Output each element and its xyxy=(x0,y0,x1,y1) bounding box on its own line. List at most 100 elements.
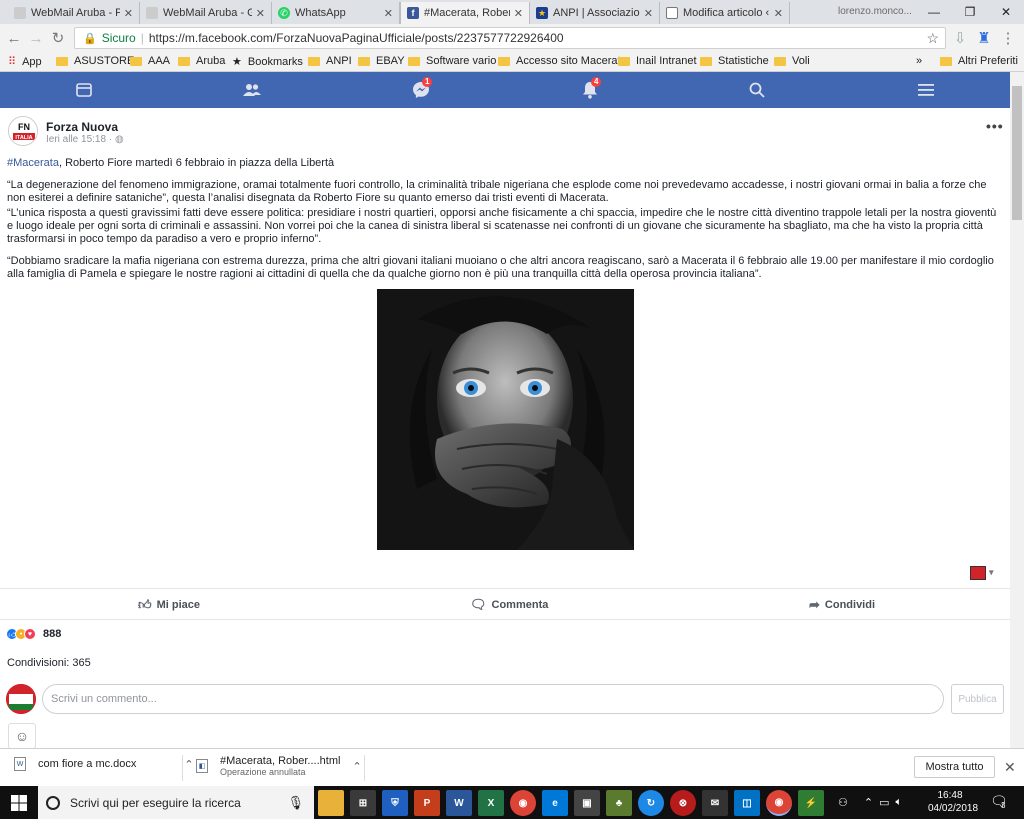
bookmark-label: Inail Intranet xyxy=(636,55,697,67)
store-icon[interactable]: ⊞ xyxy=(350,790,376,816)
microphone-icon[interactable]: 🎙︎ xyxy=(287,795,304,811)
download-icon[interactable]: ⇩ xyxy=(950,28,970,48)
bookmark-ebay[interactable]: EBAY xyxy=(358,55,405,67)
share-count[interactable]: Condivisioni: 365 xyxy=(7,657,91,669)
mail-icon[interactable]: ✉ xyxy=(702,790,728,816)
minimize-icon[interactable]: — xyxy=(916,0,952,24)
forward-icon[interactable]: → xyxy=(26,28,46,48)
windows-start-icon[interactable] xyxy=(0,786,38,819)
comment-button[interactable]: 🗨︎ Commenta xyxy=(470,597,548,613)
network-icon[interactable]: ▭ xyxy=(879,796,889,809)
post-photo[interactable] xyxy=(377,289,634,550)
scrollbar-thumb[interactable] xyxy=(1012,86,1022,220)
powerpoint-icon[interactable]: P xyxy=(414,790,440,816)
tab-whatsapp[interactable]: ✆ WhatsApp ✕ xyxy=(272,2,400,24)
bookmark-label: Bookmarks xyxy=(247,55,303,68)
volume-icon[interactable]: 🔈︎ xyxy=(896,796,903,809)
reaction-selector[interactable]: ▾ xyxy=(970,566,994,580)
close-icon[interactable]: ✕ xyxy=(256,7,265,20)
bookmark-aruba[interactable]: Aruba xyxy=(178,55,225,67)
close-icon[interactable]: ✕ xyxy=(1004,759,1016,776)
download-item-html[interactable]: ◧ #Macerata, Rober....html Operazione an… xyxy=(196,755,362,777)
menu-icon[interactable] xyxy=(917,81,935,99)
page-avatar[interactable]: FN ITALIA xyxy=(8,116,38,146)
bookmark-aaa[interactable]: AAA xyxy=(130,55,170,67)
chrome-menu-icon[interactable]: ⋮ xyxy=(998,28,1018,48)
taskbar-search[interactable]: Scrivi qui per eseguire la ricerca 🎙︎ xyxy=(38,786,314,819)
chevron-up-icon[interactable]: ⌃ xyxy=(352,760,361,773)
messenger-icon[interactable]: 1 xyxy=(412,77,433,99)
emoji-button[interactable]: ☺ xyxy=(8,723,36,749)
red-app-icon[interactable]: ⊗ xyxy=(670,790,696,816)
omnibox[interactable]: 🔒 Sicuro | https://m.facebook.com/ForzaN… xyxy=(74,27,946,49)
close-icon[interactable]: ✕ xyxy=(774,7,783,20)
folder-icon xyxy=(308,56,320,66)
back-icon[interactable]: ← xyxy=(4,28,24,48)
bookmarks-overflow[interactable]: » xyxy=(916,55,922,67)
tab-anpi[interactable]: ★ ANPI | Associazion ✕ xyxy=(530,2,660,24)
show-all-downloads-button[interactable]: Mostra tutto xyxy=(914,756,995,778)
close-icon[interactable]: ✕ xyxy=(384,7,393,20)
close-icon[interactable]: ✕ xyxy=(514,7,523,20)
tab-webmail-2[interactable]: WebMail Aruba - G ✕ xyxy=(140,2,272,24)
bookmark-app[interactable]: ⠿ App xyxy=(8,55,42,69)
lock-icon: 🔒 xyxy=(83,32,97,45)
chrome-icon[interactable]: ◉ xyxy=(510,790,536,816)
app-icon[interactable]: ▣ xyxy=(574,790,600,816)
post-options-button[interactable]: ••• xyxy=(986,118,1004,134)
bookmark-altri-preferiti[interactable]: Altri Preferiti xyxy=(940,55,1018,67)
tab-webmail-1[interactable]: WebMail Aruba - P ✕ xyxy=(8,2,140,24)
post-author[interactable]: Forza Nuova xyxy=(46,120,118,134)
edge-icon[interactable]: e xyxy=(542,790,568,816)
tab-modifica-articolo[interactable]: Modifica articolo ‹ ✕ xyxy=(660,2,790,24)
profile-name[interactable]: lorenzo.monco... xyxy=(838,6,912,17)
restore-icon[interactable]: ❐ xyxy=(952,0,988,24)
shield-app-icon[interactable]: ⛨ xyxy=(382,790,408,816)
bookmark-star-icon[interactable]: ☆ xyxy=(926,30,939,47)
close-icon[interactable]: ✕ xyxy=(644,7,653,20)
like-button[interactable]: 👍︎ Mi piace xyxy=(138,597,200,613)
word-icon[interactable]: W xyxy=(446,790,472,816)
post-paragraph-3: “Dobbiamo sradicare la mafia nigeriana c… xyxy=(7,255,994,280)
tree-app-icon[interactable]: ♣ xyxy=(606,790,632,816)
people-icon[interactable]: ⚇ xyxy=(838,796,848,809)
close-icon[interactable]: ✕ xyxy=(124,7,133,20)
tab-facebook-post[interactable]: f #Macerata, Robert ✕ xyxy=(400,2,530,24)
post-time[interactable]: Ieri alle 15:18 · ◍ xyxy=(46,134,124,145)
hashtag-link[interactable]: #Macerata xyxy=(7,157,59,169)
chevron-up-icon[interactable]: ⌃ xyxy=(864,796,873,809)
post-actions-bar: 👍︎ Mi piace 🗨︎ Commenta ➦ Condividi xyxy=(0,588,1010,620)
outlook-icon[interactable]: ◫ xyxy=(734,790,760,816)
reactions-summary[interactable]: 👍︎ • ♥ 888 xyxy=(6,628,61,640)
reload-icon[interactable]: ↻ xyxy=(48,28,68,48)
chevron-up-icon[interactable]: ⌃ xyxy=(184,758,193,771)
taskbar-clock[interactable]: 16:48 04/02/2018 xyxy=(928,789,978,815)
bookmark-statistiche[interactable]: Statistiche xyxy=(700,55,769,67)
bookmark-label: ASUSTORE xyxy=(74,55,135,67)
bookmark-asustore[interactable]: ASUSTORE xyxy=(56,55,134,67)
bookmark-label: Accesso sito Macerat xyxy=(516,55,621,67)
file-explorer-icon[interactable] xyxy=(318,790,344,816)
bookmark-voli[interactable]: Voli xyxy=(774,55,810,67)
friends-icon[interactable] xyxy=(243,81,261,99)
close-window-icon[interactable]: ✕ xyxy=(988,0,1024,24)
comment-input[interactable]: Scrivi un commento... xyxy=(42,684,944,714)
bookmark-anpi[interactable]: ANPI xyxy=(308,55,352,67)
excel-icon[interactable]: X xyxy=(478,790,504,816)
vpn-app-icon[interactable]: ⚡ xyxy=(798,790,824,816)
bookmark-bookmarks[interactable]: ★ Bookmarks xyxy=(232,55,303,69)
sync-app-icon[interactable]: ↻ xyxy=(638,790,664,816)
bookmark-inail[interactable]: Inail Intranet xyxy=(618,55,697,67)
publish-button[interactable]: Pubblica xyxy=(951,684,1004,714)
bookmark-accesso-sito[interactable]: Accesso sito Macerat xyxy=(498,55,621,67)
search-icon[interactable] xyxy=(748,81,766,99)
action-center-icon[interactable]: 🗨︎ 3 xyxy=(990,793,1008,810)
notifications-icon[interactable]: 4 xyxy=(581,77,602,99)
tab-label: ANPI | Associazion xyxy=(553,7,640,19)
share-button[interactable]: ➦ Condividi xyxy=(809,597,875,613)
download-item-docx[interactable]: W com fiore a mc.docx ⌃ xyxy=(14,757,194,771)
extension-icon[interactable]: ♜ xyxy=(974,28,994,48)
chrome-icon-active[interactable]: ◉ xyxy=(766,790,792,816)
bookmark-software-vario[interactable]: Software vario xyxy=(408,55,496,67)
news-feed-icon[interactable] xyxy=(75,81,93,99)
